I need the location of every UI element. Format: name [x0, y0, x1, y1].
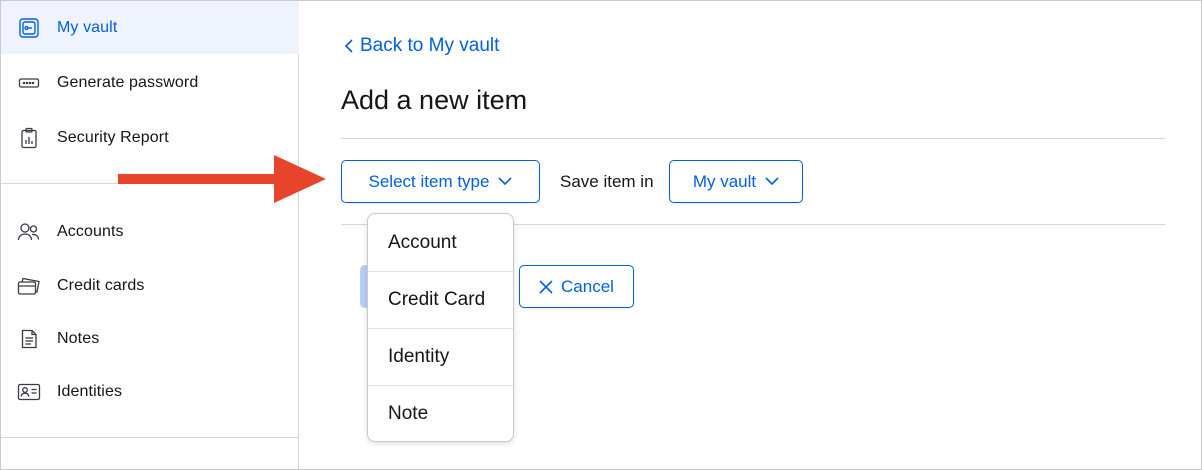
back-link[interactable]: Back to My vault: [344, 35, 499, 57]
sidebar-item-my-vault[interactable]: My vault: [1, 1, 299, 54]
cancel-label: Cancel: [561, 276, 614, 296]
vault-select-label: My vault: [692, 171, 757, 191]
sidebar-item-notes[interactable]: Notes: [1, 312, 299, 365]
sidebar-item-label: Accounts: [57, 222, 124, 240]
vault-select-button[interactable]: My vault: [669, 160, 803, 203]
sidebar-item-label: Credit cards: [57, 276, 145, 294]
cancel-button[interactable]: Cancel: [519, 265, 634, 308]
save-item-in-label: Save item in: [560, 172, 654, 191]
header-divider: [341, 138, 1165, 139]
identities-icon: [17, 380, 41, 404]
dropdown-option-note[interactable]: Note: [368, 385, 513, 441]
annotation-arrow-icon: [118, 155, 326, 203]
page-title: Add a new item: [341, 85, 528, 115]
item-type-dropdown: Account Credit Card Identity Note: [367, 213, 514, 442]
close-icon: [539, 279, 553, 294]
sidebar-item-label: My vault: [57, 18, 118, 36]
dropdown-option-credit-card[interactable]: Credit Card: [368, 271, 513, 328]
sidebar: My vault Generate password Security Repo…: [1, 1, 299, 469]
sidebar-item-credit-cards[interactable]: Credit cards: [1, 259, 299, 312]
sidebar-divider: [1, 437, 299, 438]
sidebar-item-identities[interactable]: Identities: [1, 365, 299, 418]
chevron-down-icon: [765, 177, 779, 186]
back-link-label: Back to My vault: [360, 35, 500, 56]
credit-cards-icon: [17, 274, 41, 298]
sidebar-item-label: Notes: [57, 329, 100, 347]
sidebar-item-label: Security Report: [57, 128, 169, 146]
select-item-type-label: Select item type: [368, 171, 490, 191]
sidebar-item-accounts[interactable]: Accounts: [1, 205, 299, 258]
notes-icon: [17, 327, 41, 351]
accounts-icon: [17, 220, 41, 244]
dropdown-option-account[interactable]: Account: [368, 214, 513, 271]
select-item-type-button[interactable]: Select item type: [341, 160, 540, 203]
sidebar-item-label: Identities: [57, 382, 123, 400]
chevron-down-icon: [498, 177, 513, 186]
sidebar-item-label: Generate password: [57, 73, 199, 91]
password-generator-icon: [17, 71, 41, 95]
chevron-left-icon: [344, 38, 354, 54]
vault-icon: [17, 16, 41, 40]
security-report-icon: [17, 126, 41, 150]
dropdown-option-identity[interactable]: Identity: [368, 328, 513, 385]
sidebar-item-generate-password[interactable]: Generate password: [1, 56, 299, 109]
